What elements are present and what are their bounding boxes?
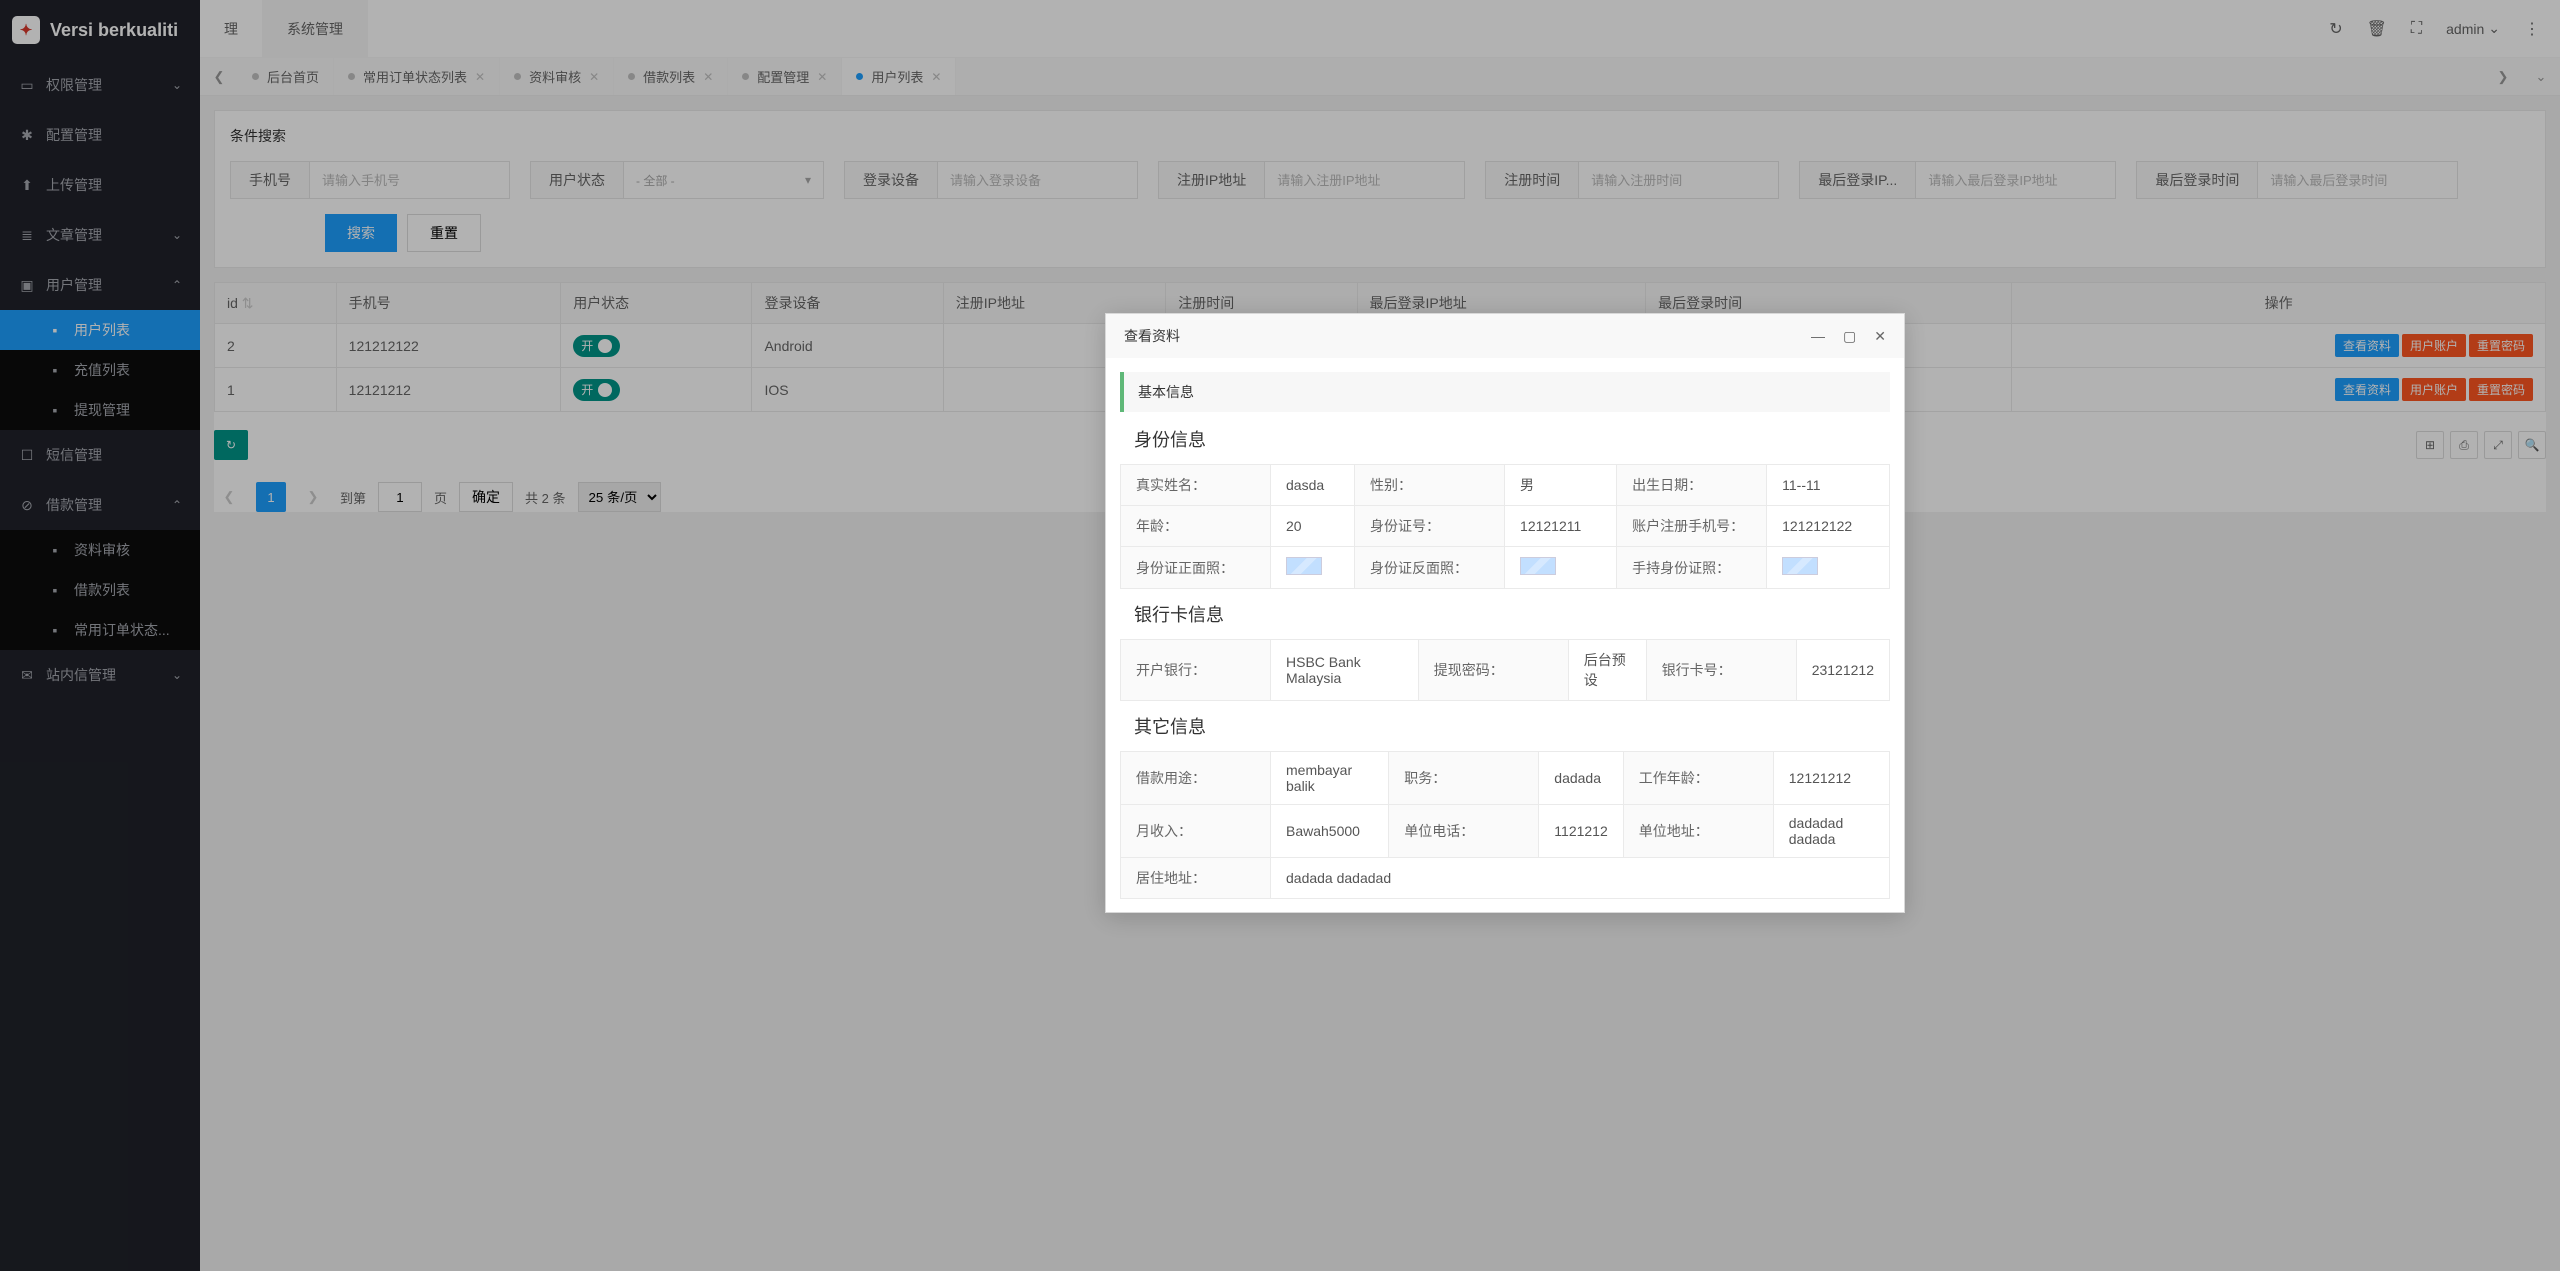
bank-table: 开户银行：HSBC Bank Malaysia提现密码：后台预设银行卡号：231… xyxy=(1120,639,1890,701)
info-label: 身份证正面照： xyxy=(1121,547,1271,589)
dialog-title-text: 查看资料 xyxy=(1124,326,1180,346)
dialog-min[interactable]: — xyxy=(1811,328,1825,345)
info-value xyxy=(1767,547,1890,589)
info-row: 月收入：Bawah5000单位电话：1121212单位地址：dadadad da… xyxy=(1121,805,1890,858)
info-value: HSBC Bank Malaysia xyxy=(1271,640,1419,701)
identity-table: 真实姓名：dasda性别：男出生日期：11--11年龄：20身份证号：12121… xyxy=(1120,464,1890,589)
info-label: 身份证反面照： xyxy=(1355,547,1505,589)
info-label: 真实姓名： xyxy=(1121,465,1271,506)
info-value: 后台预设 xyxy=(1568,640,1646,701)
info-value: 11--11 xyxy=(1767,465,1890,506)
info-value: 12121212 xyxy=(1773,752,1889,805)
thumbnail[interactable] xyxy=(1520,557,1556,575)
dialog-max[interactable]: ▢ xyxy=(1843,328,1856,345)
info-row: 身份证正面照： 身份证反面照： 手持身份证照： xyxy=(1121,547,1890,589)
info-label: 工作年龄： xyxy=(1623,752,1773,805)
info-label: 提现密码： xyxy=(1418,640,1568,701)
info-value: dadada dadadad xyxy=(1271,858,1890,899)
info-row: 真实姓名：dasda性别：男出生日期：11--11 xyxy=(1121,465,1890,506)
info-row: 年龄：20身份证号：12121211账户注册手机号：121212122 xyxy=(1121,506,1890,547)
info-value: dadadad dadada xyxy=(1773,805,1889,858)
dialog-close[interactable]: ✕ xyxy=(1874,328,1886,345)
info-value: membayar balik xyxy=(1271,752,1389,805)
info-label: 身份证号： xyxy=(1355,506,1505,547)
thumbnail[interactable] xyxy=(1286,557,1322,575)
info-value: 1121212 xyxy=(1539,805,1623,858)
info-value: Bawah5000 xyxy=(1271,805,1389,858)
other-title: 其它信息 xyxy=(1134,713,1890,739)
info-label: 单位电话： xyxy=(1389,805,1539,858)
info-value: 20 xyxy=(1271,506,1355,547)
info-label: 月收入： xyxy=(1121,805,1271,858)
info-value: 男 xyxy=(1505,465,1617,506)
info-label: 年龄： xyxy=(1121,506,1271,547)
info-label: 出生日期： xyxy=(1617,465,1767,506)
info-label: 职务： xyxy=(1389,752,1539,805)
info-label: 单位地址： xyxy=(1623,805,1773,858)
info-row: 开户银行：HSBC Bank Malaysia提现密码：后台预设银行卡号：231… xyxy=(1121,640,1890,701)
info-value: dasda xyxy=(1271,465,1355,506)
info-value xyxy=(1271,547,1355,589)
info-label: 开户银行： xyxy=(1121,640,1271,701)
section-tab-basic[interactable]: 基本信息 xyxy=(1120,372,1890,412)
info-value: 121212122 xyxy=(1767,506,1890,547)
info-value: 12121211 xyxy=(1505,506,1617,547)
info-label: 居住地址： xyxy=(1121,858,1271,899)
info-value: 23121212 xyxy=(1796,640,1889,701)
identity-title: 身份信息 xyxy=(1134,426,1890,452)
bank-title: 银行卡信息 xyxy=(1134,601,1890,627)
info-label: 银行卡号： xyxy=(1646,640,1796,701)
info-value: dadada xyxy=(1539,752,1623,805)
dialog-titlebar[interactable]: 查看资料 — ▢ ✕ xyxy=(1106,314,1904,358)
dialog: 查看资料 — ▢ ✕ 基本信息 身份信息 真实姓名：dasda性别：男出生日期：… xyxy=(1105,313,1905,913)
other-table: 借款用途：membayar balik职务：dadada工作年龄：1212121… xyxy=(1120,751,1890,899)
info-label: 借款用途： xyxy=(1121,752,1271,805)
dialog-body: 基本信息 身份信息 真实姓名：dasda性别：男出生日期：11--11年龄：20… xyxy=(1106,358,1904,912)
info-label: 手持身份证照： xyxy=(1617,547,1767,589)
info-label: 账户注册手机号： xyxy=(1617,506,1767,547)
thumbnail[interactable] xyxy=(1782,557,1818,575)
info-row: 居住地址：dadada dadadad xyxy=(1121,858,1890,899)
info-value xyxy=(1505,547,1617,589)
info-label: 性别： xyxy=(1355,465,1505,506)
info-row: 借款用途：membayar balik职务：dadada工作年龄：1212121… xyxy=(1121,752,1890,805)
